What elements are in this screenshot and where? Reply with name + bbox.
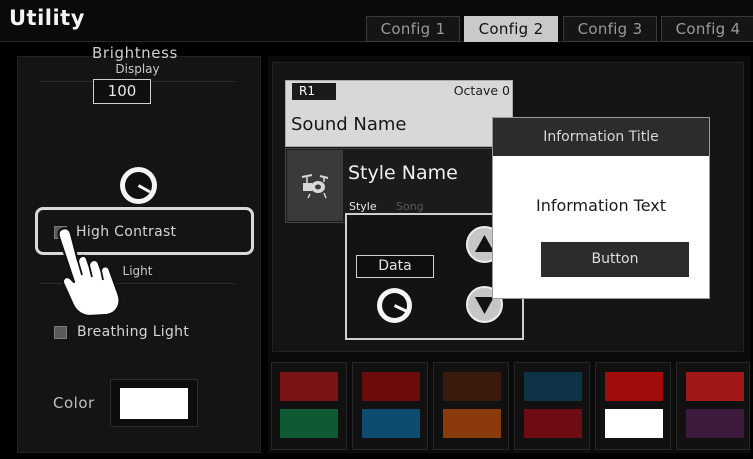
color-swatch[interactable] (120, 388, 188, 419)
style-tab-song[interactable]: Song (396, 200, 424, 213)
swatch-top (524, 372, 582, 401)
page-title: Utility (9, 6, 85, 30)
swatch-top (605, 372, 663, 401)
octave-label: Octave 0 (453, 83, 510, 98)
tab-config-4[interactable]: Config 4 (661, 16, 753, 42)
tab-config-1[interactable]: Config 1 (366, 16, 460, 42)
swatch-cell-1[interactable] (271, 362, 347, 450)
info-dialog-title: Information Title (493, 118, 709, 156)
tab-config-3[interactable]: Config 3 (563, 16, 657, 42)
breathing-light-checkbox[interactable] (54, 326, 67, 339)
swatch-cell-3[interactable] (433, 362, 509, 450)
color-label: Color (53, 394, 95, 412)
swatch-cell-4[interactable] (514, 362, 590, 450)
swatch-bottom (362, 409, 420, 438)
swatch-bottom (686, 409, 744, 438)
brightness-knob[interactable] (120, 167, 157, 204)
swatch-bottom (605, 409, 663, 438)
swatch-cell-5[interactable] (595, 362, 671, 450)
info-dialog-button[interactable]: Button (541, 242, 689, 277)
brightness-label: Brightness (92, 44, 178, 62)
style-icon-box (287, 150, 343, 221)
r1-tag: R1 (292, 83, 336, 100)
style-name: Style Name (348, 162, 458, 184)
sound-name: Sound Name (291, 114, 407, 135)
swatch-bottom (443, 409, 501, 438)
swatch-bottom (524, 409, 582, 438)
swatch-top (280, 372, 338, 401)
swatch-bottom (280, 409, 338, 438)
brightness-value[interactable]: 100 (93, 79, 151, 104)
data-knob-pointer-icon (393, 304, 407, 313)
swatch-top (362, 372, 420, 401)
screen: Utility Config 1 Config 2 Config 3 Confi… (0, 0, 753, 459)
knob-pointer-icon (137, 184, 151, 194)
style-tab-style[interactable]: Style (349, 200, 377, 213)
swatch-top (443, 372, 501, 401)
swatch-cell-2[interactable] (352, 362, 428, 450)
drum-kit-icon (301, 174, 329, 199)
breathing-light-label: Breathing Light (77, 324, 190, 340)
swatch-cell-6[interactable] (676, 362, 750, 450)
data-label: Data (356, 255, 434, 278)
info-dialog-text: Information Text (535, 196, 667, 215)
tab-config-2[interactable]: Config 2 (464, 16, 558, 42)
data-knob[interactable] (377, 288, 412, 323)
hand-pointer-icon (57, 227, 121, 317)
swatch-top (686, 372, 744, 401)
display-section-header: Display (115, 62, 160, 76)
